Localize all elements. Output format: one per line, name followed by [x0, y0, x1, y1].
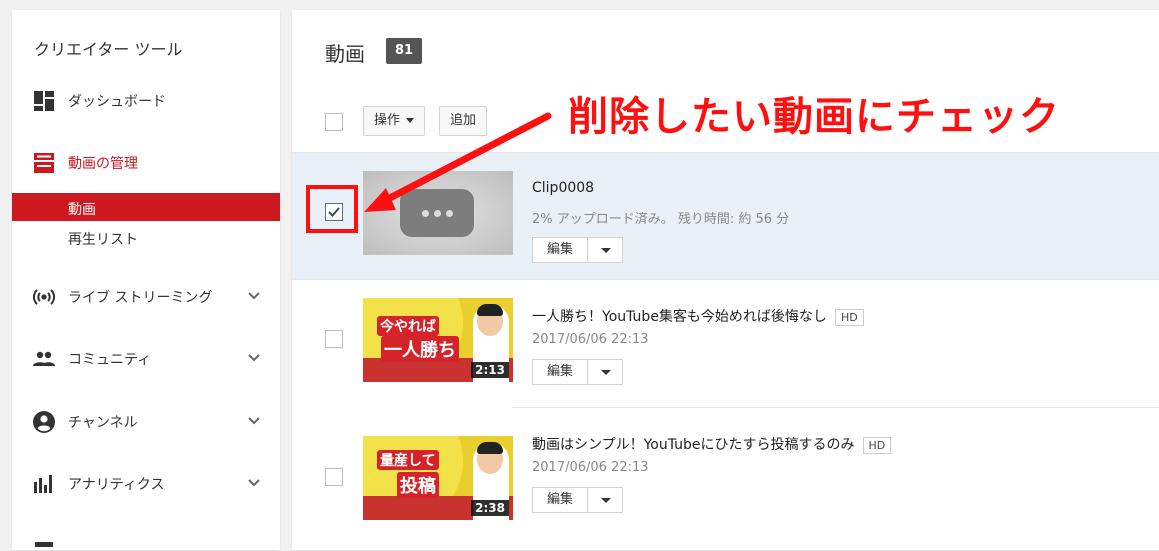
- upload-status: 2% アップロード済み。 残り時間: 約 56 分: [532, 212, 790, 227]
- add-button[interactable]: 追加: [439, 106, 488, 136]
- video-title-line: 動画はシンプル！YouTubeにひたすら投稿するのみ HD: [532, 434, 892, 454]
- analytics-bar-icon: [34, 475, 52, 493]
- video-row: Clip0008 2% アップロード済み。 残り時間: 約 56 分 編集: [292, 152, 1159, 279]
- annotation-callout: 削除したい動画にチェック: [568, 94, 1060, 140]
- chevron-down-icon[interactable]: [246, 288, 262, 304]
- sidebar-item-live[interactable]: ライブ ストリーミング: [12, 276, 280, 316]
- sidebar-item-label: ライブ ストリーミング: [68, 290, 213, 306]
- thumbnail-text: 今やれば: [377, 316, 439, 336]
- sidebar-item-community[interactable]: コミュニティ: [12, 338, 280, 378]
- sidebar-item-channel[interactable]: チャンネル: [12, 401, 280, 441]
- video-thumbnail[interactable]: 今やれば 一人勝ち 2:13: [363, 298, 513, 382]
- video-checkbox[interactable]: [325, 468, 343, 486]
- edit-button[interactable]: 編集: [532, 359, 588, 385]
- sidebar-item-dashboard[interactable]: ダッシュボード: [12, 80, 280, 120]
- sidebar-subitem-videos[interactable]: 動画: [12, 193, 280, 221]
- video-title-line: 一人勝ち！YouTube集客も今始めれば後悔なし HD: [532, 306, 864, 326]
- live-broadcast-icon: [32, 289, 56, 305]
- video-title[interactable]: 動画はシンプル！YouTubeにひたすら投稿するのみ: [532, 437, 855, 453]
- thumbnail-text: 一人勝ち: [381, 336, 459, 362]
- video-row: 量産して 投稿 2:38 動画はシンプル！YouTubeにひたすら投稿するのみ H…: [292, 408, 1159, 538]
- video-date: 2017/06/06 22:13: [532, 332, 649, 347]
- sidebar-item-video-manager[interactable]: 動画の管理: [12, 142, 280, 182]
- edit-button[interactable]: 編集: [532, 487, 588, 513]
- edit-dropdown-button[interactable]: [587, 359, 623, 385]
- video-thumbnail[interactable]: 量産して 投稿 2:38: [363, 436, 513, 520]
- actions-dropdown-button[interactable]: 操作: [363, 106, 426, 136]
- video-thumbnail[interactable]: [363, 171, 513, 255]
- edit-button[interactable]: 編集: [532, 237, 588, 263]
- video-row: 今やれば 一人勝ち 2:13 一人勝ち！YouTube集客も今始めれば後悔なし H…: [292, 279, 1159, 408]
- video-manager-icon: [34, 153, 54, 173]
- edit-dropdown-button[interactable]: [587, 237, 623, 263]
- select-all-checkbox[interactable]: [325, 113, 343, 131]
- video-checkbox[interactable]: [325, 330, 343, 348]
- sidebar-item-analytics[interactable]: アナリティクス: [12, 463, 280, 503]
- video-title[interactable]: 一人勝ち！YouTube集客も今始めれば後悔なし: [532, 309, 827, 325]
- sidebar-item-label: コミュニティ: [68, 352, 152, 368]
- sidebar-subitem-playlists[interactable]: 再生リスト: [12, 223, 280, 251]
- edit-button-group: 編集: [532, 237, 623, 263]
- sidebar-item-label: 動画の管理: [68, 156, 138, 172]
- edit-button-group: 編集: [532, 487, 623, 513]
- hd-badge: HD: [862, 436, 892, 454]
- sidebar-item-label: アナリティクス: [68, 477, 165, 493]
- video-title[interactable]: Clip0008: [532, 180, 594, 196]
- thumbnail-text: 量産して: [377, 450, 439, 470]
- community-icon: [33, 351, 55, 366]
- video-duration: 2:13: [471, 362, 509, 378]
- video-duration: 2:38: [471, 500, 509, 516]
- thumbnail-text: 投稿: [397, 472, 439, 498]
- annotation-highlight-box: [306, 185, 358, 233]
- sidebar-item-label: チャンネル: [68, 415, 138, 431]
- chevron-down-icon[interactable]: [246, 350, 262, 366]
- chevron-down-icon[interactable]: [246, 475, 262, 491]
- account-circle-icon: [33, 411, 55, 433]
- page-title: 動画: [325, 42, 365, 66]
- edit-dropdown-button[interactable]: [587, 487, 623, 513]
- add-label: 追加: [450, 113, 477, 128]
- actions-label: 操作: [374, 113, 401, 128]
- sidebar: クリエイター ツール ダッシュボード 動画の管理 動画 再生リスト ライブ スト…: [12, 10, 280, 550]
- sidebar-title: クリエイター ツール: [34, 40, 183, 59]
- caret-down-icon: [406, 118, 415, 123]
- sidebar-item-label: ダッシュボード: [68, 94, 166, 110]
- sidebar-subitem-label: 再生リスト: [68, 232, 138, 248]
- hd-badge: HD: [834, 308, 864, 326]
- dashboard-icon: [34, 91, 54, 111]
- video-date: 2017/06/06 22:13: [532, 460, 649, 475]
- chevron-down-icon[interactable]: [246, 413, 262, 429]
- video-count-badge: 81: [386, 38, 422, 64]
- sidebar-subitem-label: 動画: [68, 202, 96, 218]
- edit-button-group: 編集: [532, 359, 623, 385]
- sidebar-partial-icon: [32, 532, 56, 547]
